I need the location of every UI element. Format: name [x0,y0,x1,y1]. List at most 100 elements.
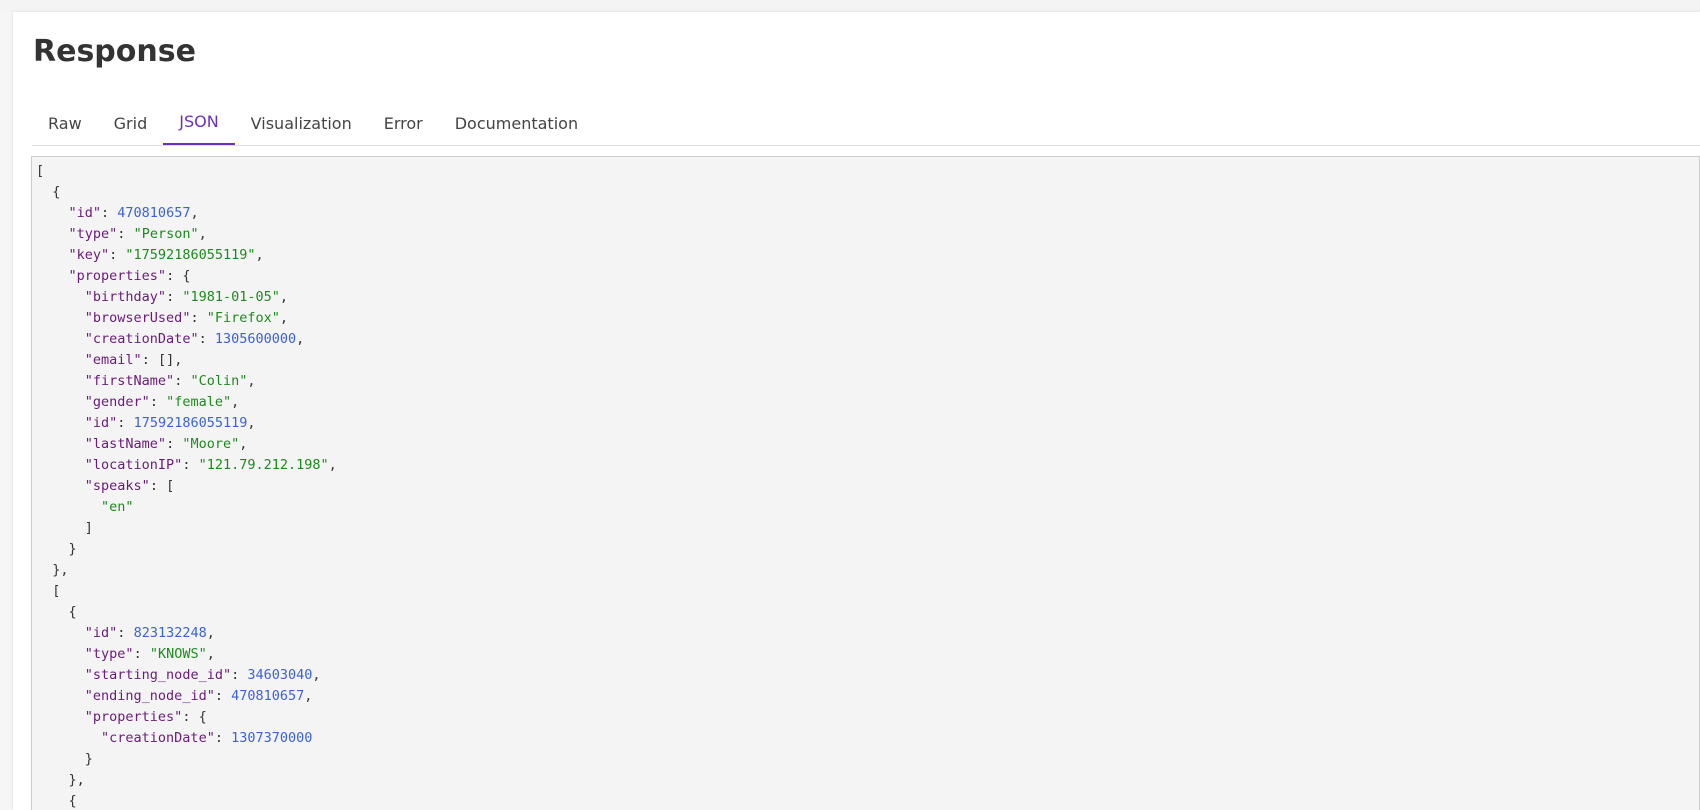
json-line: "properties": { [36,707,1699,728]
json-punctuation: : [231,667,248,683]
json-punctuation: , [296,331,305,347]
json-punctuation: : [182,457,199,473]
json-punctuation: }, [36,772,85,788]
panel-title: Response [33,34,196,69]
response-panel: Response Raw Grid JSON Visualization Err… [13,12,1700,810]
json-line: } [36,749,1699,770]
json-punctuation: , [239,436,248,452]
json-key: "ending_node_id" [84,688,215,704]
json-string: "Colin" [190,373,248,389]
json-line: "en" [36,497,1699,518]
json-punctuation: : [166,289,183,305]
json-string: "Moore" [182,436,240,452]
json-punctuation: , [206,625,215,641]
json-punctuation: : [117,226,134,242]
json-punctuation [36,625,85,641]
json-line: "key": "17592186055119", [36,245,1699,266]
json-key: "id" [68,205,102,221]
json-key: "speaks" [84,478,150,494]
json-punctuation: , [312,667,321,683]
json-punctuation [36,667,85,683]
json-punctuation [36,289,85,305]
json-key: "birthday" [84,289,167,305]
tab-json[interactable]: JSON [163,100,235,145]
json-key: "browserUsed" [84,310,191,326]
json-number: 470810657 [231,688,305,704]
json-key: "properties" [84,709,183,725]
json-punctuation: , [231,394,240,410]
tab-visualization[interactable]: Visualization [235,101,368,145]
json-punctuation: } [36,541,77,557]
json-key: "creationDate" [101,730,215,746]
tab-error[interactable]: Error [368,101,439,145]
json-punctuation [36,457,85,473]
json-punctuation [36,730,101,746]
json-punctuation: , [255,247,264,263]
json-punctuation [36,478,85,494]
json-line: { [36,182,1699,203]
json-punctuation: { [36,604,77,620]
tab-raw[interactable]: Raw [32,101,98,145]
json-line: "creationDate": 1305600000, [36,329,1699,350]
json-punctuation: : [174,373,191,389]
json-punctuation [36,205,69,221]
json-punctuation: : [], [141,352,183,368]
json-punctuation: , [304,688,313,704]
json-key: "key" [68,247,110,263]
json-number: 34603040 [247,667,313,683]
json-line: "id": 823132248, [36,623,1699,644]
json-punctuation: : [109,247,126,263]
json-punctuation: , [190,205,199,221]
json-key: "creationDate" [84,331,199,347]
json-string: "Person" [133,226,199,242]
tab-documentation[interactable]: Documentation [439,101,594,145]
json-number: 823132248 [133,625,207,641]
json-punctuation: : [190,310,207,326]
json-punctuation [36,646,85,662]
json-line: "email": [], [36,350,1699,371]
json-punctuation: : { [166,268,191,284]
top-strip [0,0,1700,12]
json-punctuation: : [117,625,134,641]
json-line: } [36,539,1699,560]
json-line: "id": 470810657, [36,203,1699,224]
json-line: "speaks": [ [36,476,1699,497]
json-punctuation [36,436,85,452]
json-punctuation: : [101,205,118,221]
json-key: "id" [84,415,118,431]
json-line: "type": "KNOWS", [36,644,1699,665]
json-punctuation: [ [36,163,45,179]
json-punctuation [36,331,85,347]
json-line: }, [36,770,1699,791]
json-punctuation [36,688,85,704]
tab-grid[interactable]: Grid [98,101,164,145]
json-punctuation: , [279,289,289,305]
json-punctuation: : [133,646,150,662]
json-line: "creationDate": 1307370000 [36,728,1699,749]
json-key: "id" [84,625,118,641]
response-tabs: Raw Grid JSON Visualization Error Docume… [32,100,1700,146]
json-key: "firstName" [84,373,175,389]
json-output: [ { "id": 470810657, "type": "Person", "… [32,157,1699,810]
json-punctuation: } [36,751,93,767]
json-key: "properties" [68,268,167,284]
json-punctuation [36,415,85,431]
json-punctuation: , [279,310,289,326]
json-key: "type" [68,226,118,242]
json-viewer[interactable]: [ { "id": 470810657, "type": "Person", "… [31,156,1700,810]
json-string: "KNOWS" [149,646,207,662]
json-number: 17592186055119 [133,415,248,431]
json-line: }, [36,560,1699,581]
json-line: "id": 17592186055119, [36,413,1699,434]
json-punctuation [36,268,69,284]
json-number: 1305600000 [214,331,297,347]
json-string: "121.79.212.198" [198,457,329,473]
json-line: "type": "Person", [36,224,1699,245]
json-punctuation: , [328,457,337,473]
json-punctuation: : [117,415,134,431]
json-punctuation: , [247,415,256,431]
json-punctuation: [ [36,583,61,599]
json-punctuation: : [149,394,167,410]
json-line: "locationIP": "121.79.212.198", [36,455,1699,476]
json-string: "Firefox" [206,310,280,326]
